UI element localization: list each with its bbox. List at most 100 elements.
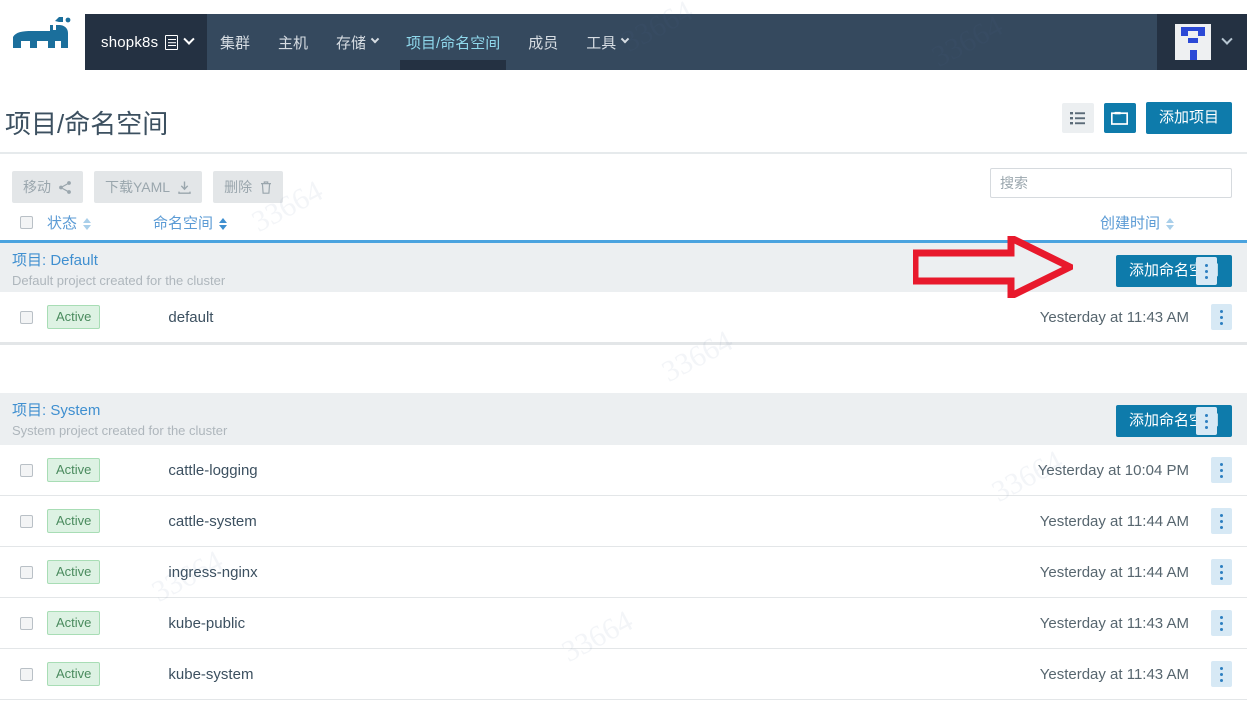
move-button[interactable]: 移动 xyxy=(12,171,83,203)
kebab-menu-icon[interactable] xyxy=(1211,610,1232,636)
folder-view-glyph xyxy=(1111,112,1129,125)
chevron-down-icon xyxy=(370,34,380,44)
user-menu[interactable] xyxy=(1157,14,1247,70)
bulk-action-buttons: 移动 下载YAML 删除 xyxy=(12,171,284,203)
status-badge: Active xyxy=(47,560,101,584)
kebab-menu-icon[interactable] xyxy=(1196,407,1217,436)
share-icon xyxy=(59,180,71,194)
main-navbar: shopk8s 集群 主机 存储 项目/命名空间 成员 工具 xyxy=(85,14,1247,70)
status-badge: Active xyxy=(47,611,101,635)
project-group-description: System project created for the cluster xyxy=(12,423,228,438)
download-yaml-label: 下载YAML xyxy=(105,179,171,195)
nav-tab-label: 工具 xyxy=(586,34,617,52)
delete-button-label: 删除 xyxy=(224,179,253,195)
nav-tab-label: 集群 xyxy=(220,34,251,52)
nav-tab-label: 主机 xyxy=(278,34,309,52)
kebab-menu-icon[interactable] xyxy=(1211,508,1232,534)
chevron-down-icon xyxy=(1221,33,1233,45)
chevron-down-icon xyxy=(183,33,195,45)
column-header-namespace[interactable]: 命名空间 xyxy=(153,212,228,233)
nav-tab-storage[interactable]: 存储 xyxy=(322,14,392,70)
nav-tab-tools[interactable]: 工具 xyxy=(572,14,642,70)
folder-view-icon[interactable] xyxy=(1103,103,1136,134)
list-view-glyph xyxy=(1070,111,1086,125)
namespace-name: kube-public xyxy=(168,614,246,632)
row-checkbox[interactable] xyxy=(20,310,33,324)
rancher-cow-logo xyxy=(12,17,70,48)
status-badge: Active xyxy=(47,662,101,686)
search-input[interactable] xyxy=(990,168,1232,198)
download-icon xyxy=(178,181,191,194)
sort-arrows-icon[interactable] xyxy=(219,218,228,231)
namespace-name: cattle-logging xyxy=(168,461,258,479)
project-group-title-name: System xyxy=(50,402,101,419)
row-checkbox[interactable] xyxy=(20,667,33,681)
user-identicon-avatar xyxy=(1175,24,1211,60)
nav-tab-cluster[interactable]: 集群 xyxy=(206,14,264,70)
project-group-actions: 添加命名空间 xyxy=(1115,255,1232,288)
namespace-name: cattle-system xyxy=(168,512,257,530)
created-timestamp: Yesterday at 10:04 PM xyxy=(1037,461,1189,479)
sort-arrows-icon[interactable] xyxy=(1166,218,1174,231)
group-separator xyxy=(0,343,1247,393)
table-row[interactable]: Active ingress-nginx Yesterday at 11:44 … xyxy=(0,547,1247,598)
namespace-name: kube-system xyxy=(168,665,254,683)
created-timestamp: Yesterday at 11:44 AM xyxy=(1039,563,1189,581)
table-row[interactable]: Active kube-public Yesterday at 11:43 AM xyxy=(0,598,1247,649)
project-group-title-label: 项目: xyxy=(12,252,51,269)
project-group-title[interactable]: 项目: System xyxy=(12,399,1247,420)
sort-arrows-icon[interactable] xyxy=(83,218,92,231)
nav-tab-label: 成员 xyxy=(528,34,559,52)
cluster-name: shopk8s xyxy=(101,33,159,51)
column-header-created-label: 创建时间 xyxy=(1099,215,1160,232)
project-group-header-default: 项目: Default Default project created for … xyxy=(0,240,1247,292)
table-row[interactable]: Active default Yesterday at 11:43 AM xyxy=(0,292,1247,343)
logo-zone[interactable] xyxy=(0,0,85,70)
table-row[interactable]: Active cattle-system Yesterday at 11:44 … xyxy=(0,496,1247,547)
kebab-menu-icon[interactable] xyxy=(1211,559,1232,585)
row-checkbox[interactable] xyxy=(20,514,33,528)
kebab-menu-icon[interactable] xyxy=(1196,257,1217,286)
row-checkbox[interactable] xyxy=(20,616,33,630)
server-list-icon xyxy=(165,34,179,50)
column-header-namespace-label: 命名空间 xyxy=(153,215,214,232)
kebab-menu-icon[interactable] xyxy=(1211,661,1232,687)
column-header-state[interactable]: 状态 xyxy=(47,212,92,233)
row-checkbox[interactable] xyxy=(20,463,33,477)
status-badge: Active xyxy=(47,509,101,533)
add-project-button[interactable]: 添加项目 xyxy=(1145,102,1232,135)
page-title-row: 项目/命名空间 xyxy=(0,70,1247,152)
select-all-checkbox[interactable] xyxy=(20,216,33,229)
kebab-menu-icon[interactable] xyxy=(1211,304,1232,330)
bulk-action-toolbar: 移动 下载YAML 删除 xyxy=(0,152,1247,210)
delete-button[interactable]: 删除 xyxy=(213,171,284,203)
row-checkbox[interactable] xyxy=(20,565,33,579)
nav-tab-label: 存储 xyxy=(336,34,367,52)
nav-tab-hosts[interactable]: 主机 xyxy=(264,14,322,70)
nav-tab-members[interactable]: 成员 xyxy=(514,14,572,70)
list-view-icon[interactable] xyxy=(1061,103,1094,134)
page-title-actions: 添加项目 xyxy=(1061,102,1232,135)
project-group-title-name: Default xyxy=(50,252,98,269)
column-header-created[interactable]: 创建时间 xyxy=(1100,212,1174,233)
created-timestamp: Yesterday at 11:43 AM xyxy=(1039,665,1189,683)
project-group-title[interactable]: 项目: Default xyxy=(12,249,1247,270)
created-timestamp: Yesterday at 11:43 AM xyxy=(1039,614,1189,632)
nav-tab-projects-namespaces[interactable]: 项目/命名空间 xyxy=(392,14,514,70)
cluster-selector[interactable]: shopk8s xyxy=(85,14,208,70)
project-group-actions: 添加命名空间 xyxy=(1115,405,1232,438)
move-button-label: 移动 xyxy=(23,179,51,195)
namespace-name: ingress-nginx xyxy=(168,563,258,581)
table-row[interactable]: Active kube-system Yesterday at 11:43 AM xyxy=(0,649,1247,700)
namespaces-table: 状态 命名空间 创建时间 项目: Default Default project… xyxy=(0,205,1247,700)
status-badge: Active xyxy=(47,305,101,329)
namespace-name: default xyxy=(168,308,214,326)
download-yaml-button[interactable]: 下载YAML xyxy=(94,171,203,203)
created-timestamp: Yesterday at 11:44 AM xyxy=(1039,512,1189,530)
kebab-menu-icon[interactable] xyxy=(1211,457,1232,483)
project-group-description: Default project created for the cluster xyxy=(12,273,226,288)
column-header-state-label: 状态 xyxy=(47,215,78,232)
table-row[interactable]: Active cattle-logging Yesterday at 10:04… xyxy=(0,445,1247,496)
project-group-title-label: 项目: xyxy=(12,402,51,419)
nav-tabs: 集群 主机 存储 项目/命名空间 成员 工具 xyxy=(206,14,642,70)
